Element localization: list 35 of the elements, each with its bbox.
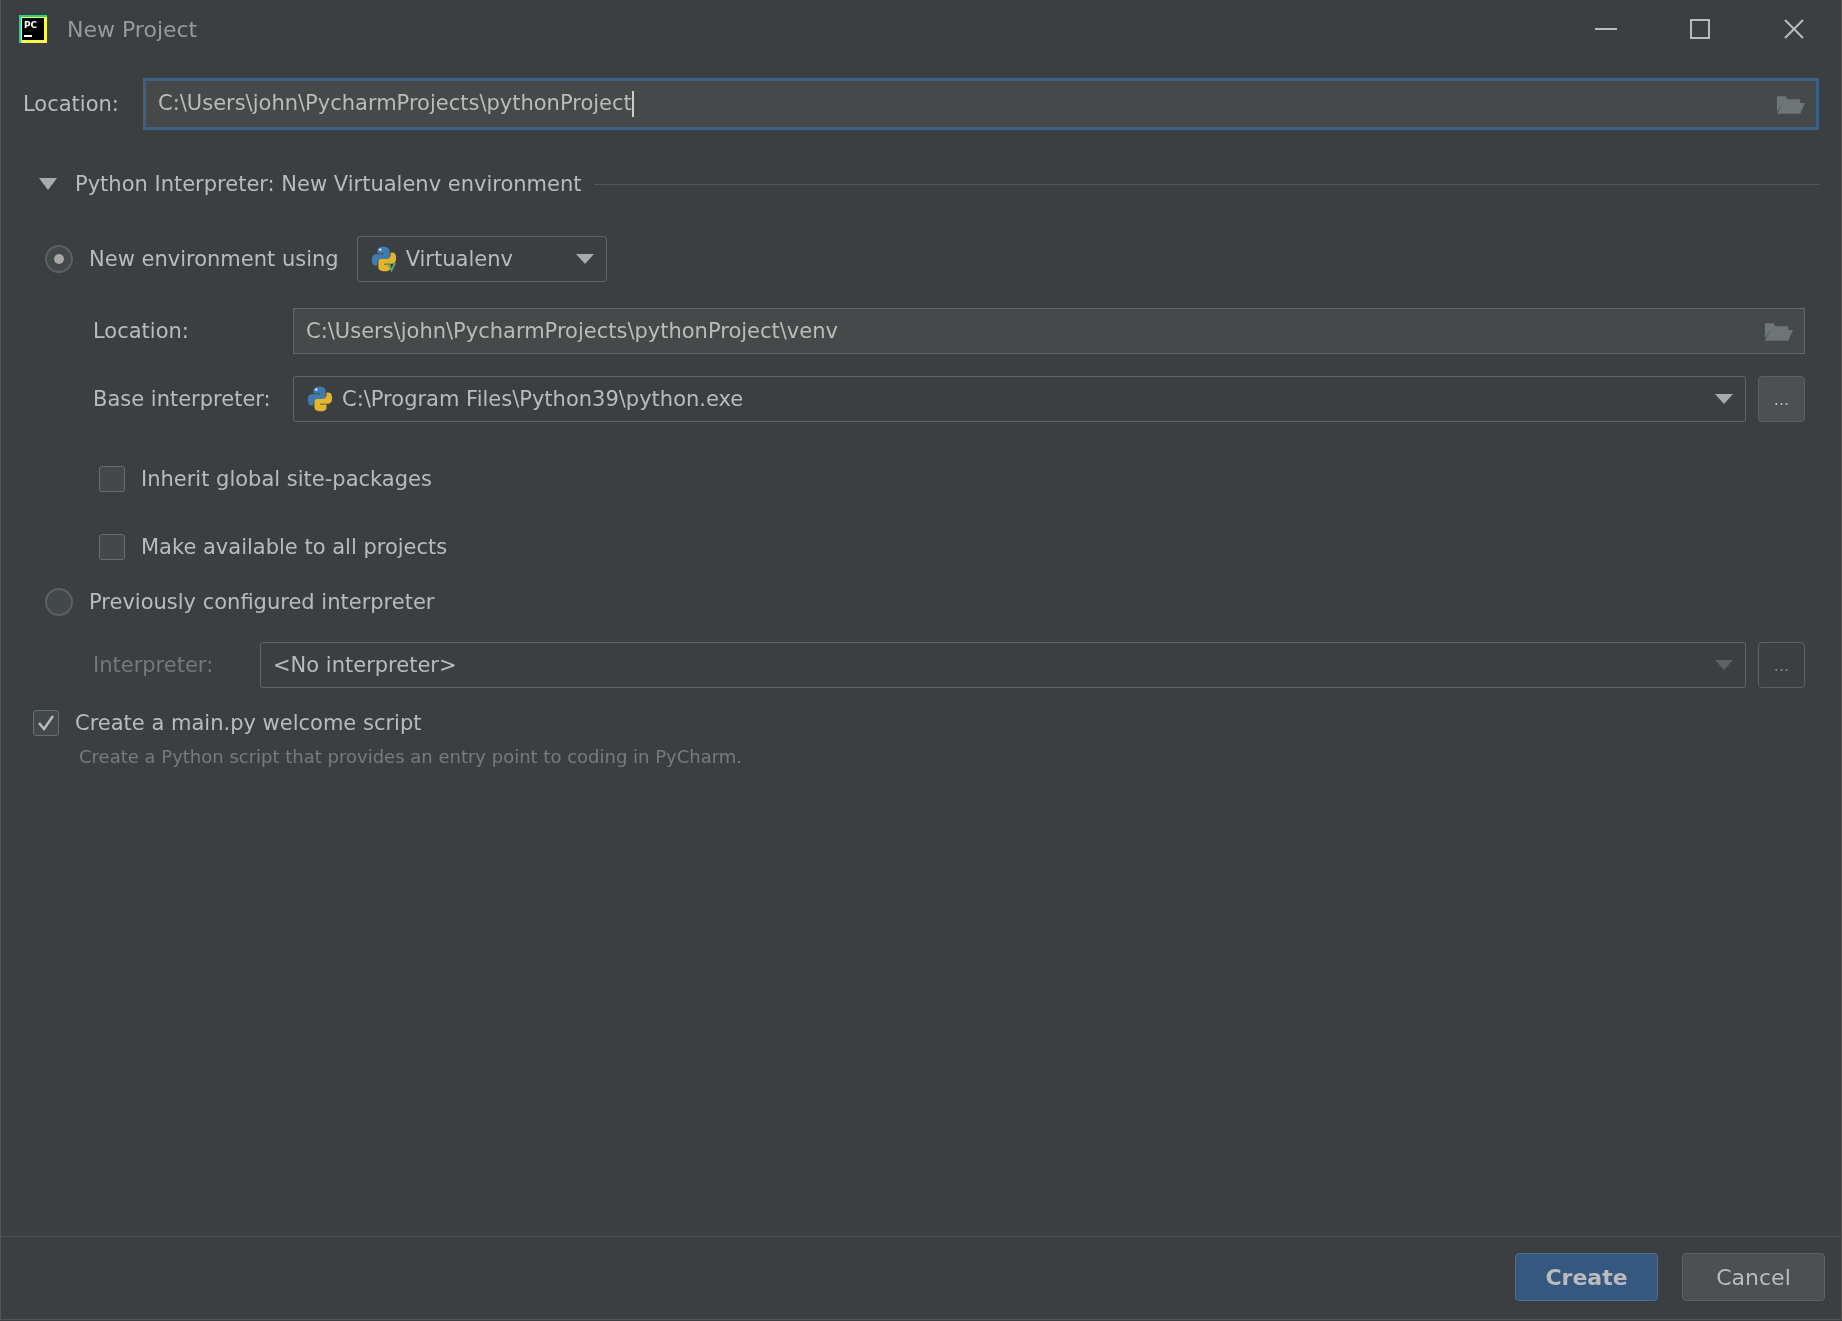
radio-label: Previously configured interpreter: [89, 590, 435, 614]
location-label: Location:: [93, 319, 190, 343]
checkbox[interactable]: [99, 466, 125, 492]
radio-button[interactable]: [45, 245, 73, 273]
python-icon: [306, 385, 334, 413]
browse-button[interactable]: ...: [1758, 376, 1805, 422]
checkbox-label: Inherit global site-packages: [141, 467, 432, 491]
base-interpreter-dropdown[interactable]: C:\Program Files\Python39\python.exe: [293, 376, 1746, 422]
interpreter-label: Interpreter:: [93, 653, 215, 677]
base-interpreter-label: Base interpreter:: [93, 387, 272, 411]
location-field[interactable]: C:\Users\john\PycharmProjects\pythonProject: [143, 78, 1819, 130]
checkbox-label: Create a main.py welcome script: [75, 711, 422, 735]
dropdown-arrow-icon: [575, 254, 594, 264]
window-title: New Project: [67, 16, 199, 42]
minimize-icon: [1595, 28, 1617, 30]
environment-dropdown[interactable]: Virtualenv: [356, 236, 607, 282]
dropdown-arrow-icon: [1715, 660, 1733, 670]
checkbox[interactable]: [33, 710, 59, 736]
checkmark-icon: [37, 714, 55, 732]
cancel-button[interactable]: Cancel: [1682, 1253, 1825, 1301]
section-title: Python Interpreter: New Virtualenv environment: [75, 172, 582, 196]
hint-text: Create a Python script that provides an entry point to coding in PyCharm.: [79, 746, 744, 767]
dropdown-arrow-icon: [1715, 394, 1733, 404]
close-icon: [1783, 18, 1805, 40]
maximize-icon: [1689, 18, 1711, 40]
checkbox-label: Make available to all projects: [141, 535, 448, 559]
location-label: Location:: [23, 92, 120, 116]
radio-label: New environment using: [89, 247, 339, 271]
checkbox[interactable]: [99, 534, 125, 560]
venv-location-field[interactable]: C:\Users\john\PycharmProjects\pythonProject\venv: [293, 308, 1805, 354]
python-icon: [369, 245, 398, 273]
collapse-triangle-icon[interactable]: [39, 178, 57, 190]
radio-button[interactable]: [45, 588, 73, 616]
app-logo-icon: PC: [19, 15, 47, 43]
create-button[interactable]: Create: [1515, 1253, 1658, 1301]
